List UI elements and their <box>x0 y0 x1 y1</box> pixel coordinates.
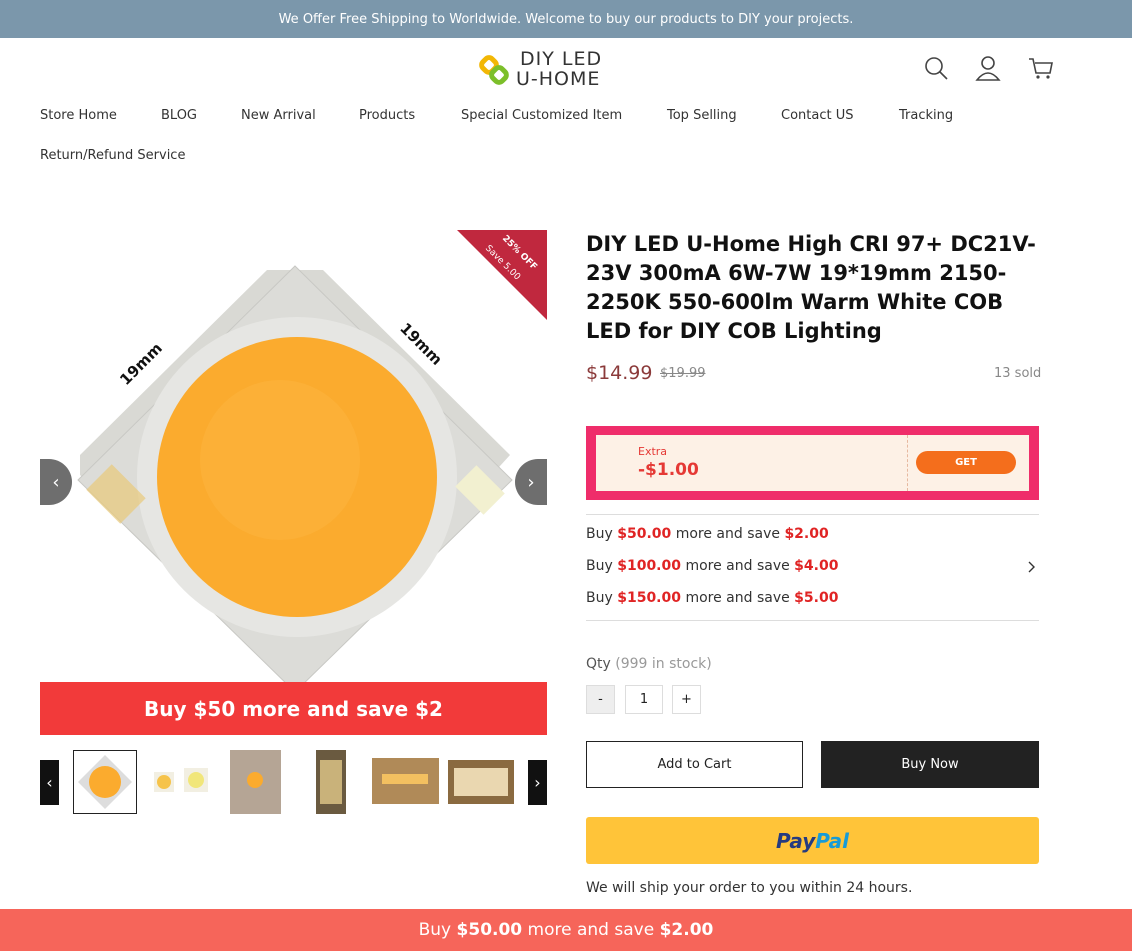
nav-item-blog[interactable]: BLOG <box>161 108 197 123</box>
coupon-label: Extra <box>638 445 668 458</box>
nav-item-contact-us[interactable]: Contact US <box>781 108 853 123</box>
thumbnail-4[interactable] <box>316 750 346 814</box>
logo-line1: DIY LED <box>520 48 603 70</box>
chevron-left-icon: ‹ <box>52 471 60 493</box>
thumb-prev-button[interactable]: ‹ <box>40 760 59 805</box>
product-price: $14.99 <box>586 362 653 384</box>
thumbnail-image <box>372 758 439 804</box>
gallery-promo-banner: Buy $50 more and save $2 <box>40 682 547 735</box>
sold-count: 13 sold <box>994 366 1042 381</box>
product-image-gallery[interactable]: 19mm 19mm 25% OFF Save 5.00 ‹ › <box>40 230 547 682</box>
product-title: DIY LED U-Home High CRI 97+ DC21V-23V 30… <box>586 232 1036 343</box>
thumbnail-image <box>78 755 132 809</box>
thumbnail-image <box>154 768 208 792</box>
nav-item-new-arrival[interactable]: New Arrival <box>241 108 316 123</box>
promo-mid: more and save <box>685 558 790 574</box>
nav-item-tracking[interactable]: Tracking <box>899 108 953 123</box>
thumbnail-image <box>316 750 346 814</box>
paypal-button[interactable]: Pay Pal <box>586 817 1039 864</box>
nav-item-top-selling[interactable]: Top Selling <box>667 108 737 123</box>
coupon-divider <box>907 435 908 491</box>
qty-input[interactable]: 1 <box>625 685 663 714</box>
promo-amount: $150.00 <box>617 590 681 606</box>
thumbnail-5[interactable] <box>372 758 439 804</box>
footer-buy: Buy <box>418 920 452 940</box>
chevron-left-icon: ‹ <box>46 773 53 792</box>
promo-save: $4.00 <box>794 558 839 574</box>
footer-save: $2.00 <box>659 920 714 940</box>
promo-buy: Buy <box>586 526 613 542</box>
sticky-promo-bar: Buy $50.00 more and save $2.00 <box>0 909 1132 951</box>
thumb-next-button[interactable]: › <box>528 760 547 805</box>
nav-item-return-refund[interactable]: Return/Refund Service <box>40 148 185 163</box>
search-icon[interactable] <box>922 54 950 82</box>
add-to-cart-button[interactable]: Add to Cart <box>586 741 803 788</box>
promo-buy: Buy <box>586 558 613 574</box>
thumbnail-6[interactable] <box>448 760 514 804</box>
coupon-card: Extra -$1.00 GET <box>586 426 1039 500</box>
promo-save: $5.00 <box>794 590 839 606</box>
footer-mid: more and save <box>527 920 655 940</box>
stock-count: (999 in stock) <box>615 656 712 672</box>
logo-line2: U-HOME <box>516 68 601 90</box>
nav-item-store-home[interactable]: Store Home <box>40 108 117 123</box>
promo-amount: $100.00 <box>617 558 681 574</box>
coupon-get-button[interactable]: GET <box>916 451 1016 474</box>
chevron-right-icon: › <box>534 773 541 792</box>
promo-amount: $50.00 <box>617 526 672 542</box>
coupon-value: -$1.00 <box>638 460 699 480</box>
chevron-right-icon: › <box>527 471 535 493</box>
paypal-logo-pay: Pay <box>775 828 816 853</box>
promo-tier-3: Buy $150.00 more and save $5.00 <box>586 590 838 606</box>
shipping-note: We will ship your order to you within 24… <box>586 880 913 896</box>
promo-mid: more and save <box>675 526 780 542</box>
announcement-bar: We Offer Free Shipping to Worldwide. Wel… <box>0 0 1132 38</box>
cart-icon[interactable] <box>1027 54 1055 82</box>
account-icon[interactable] <box>974 54 1002 82</box>
buy-now-button[interactable]: Buy Now <box>821 741 1039 788</box>
promo-mid: more and save <box>685 590 790 606</box>
paypal-logo-pal: Pal <box>815 828 850 853</box>
qty-increase-button[interactable]: + <box>672 685 701 714</box>
thumbnail-2[interactable] <box>148 750 212 814</box>
coupon-inner: Extra -$1.00 GET <box>596 435 1029 491</box>
gallery-banner-text: Buy $50 more and save $2 <box>144 696 443 721</box>
thumbnail-1[interactable] <box>73 750 137 814</box>
promo-save: $2.00 <box>784 526 829 542</box>
product-main-image <box>77 230 547 682</box>
announcement-text: We Offer Free Shipping to Worldwide. Wel… <box>278 11 854 27</box>
promo-buy: Buy <box>586 590 613 606</box>
divider <box>586 514 1039 515</box>
nav-item-products[interactable]: Products <box>359 108 415 123</box>
qty-label: Qty (999 in stock) <box>586 656 712 672</box>
footer-amount: $50.00 <box>456 920 523 940</box>
qty-decrease-button[interactable]: - <box>586 685 615 714</box>
product-old-price: $19.99 <box>660 366 706 381</box>
thumbnail-3[interactable] <box>230 750 281 814</box>
qty-label-text: Qty <box>586 656 611 672</box>
thumbnail-strip: ‹ › <box>40 748 547 818</box>
site-logo[interactable]: DIY LED U-HOME <box>476 46 626 92</box>
promo-tier-2: Buy $100.00 more and save $4.00 <box>586 558 838 574</box>
thumbnail-image <box>230 750 281 814</box>
nav-item-special-customized[interactable]: Special Customized Item <box>461 108 622 123</box>
chevron-right-icon[interactable] <box>1026 560 1038 574</box>
promo-tier-1: Buy $50.00 more and save $2.00 <box>586 526 829 542</box>
thumbnail-image <box>448 760 514 804</box>
divider <box>586 620 1039 621</box>
